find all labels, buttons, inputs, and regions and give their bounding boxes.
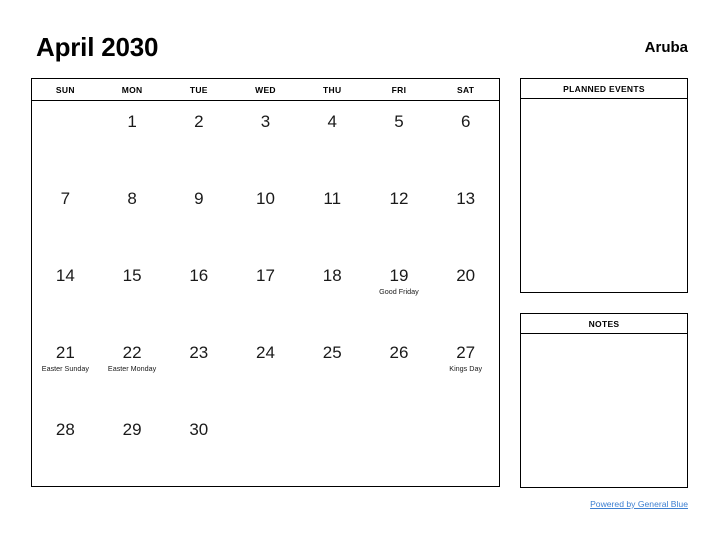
day-event-label: Easter Monday [107,363,157,373]
day-cell[interactable]: 6 [432,101,499,178]
footer-credit: Powered by General Blue [520,498,688,510]
day-cell-empty [366,409,433,486]
weekday-header-mon: MON [121,84,143,95]
weekday-header-fri: FRI [391,84,407,95]
day-number: 10 [256,188,275,208]
week-row: 21 Easter Sunday 22 Easter Monday 23 24 25 26 27… [32,332,499,409]
weekday-header-row: SUN MON TUE WED THU FRI SAT [32,79,499,101]
day-number: 21 [55,342,75,362]
day-cell[interactable]: 16 [165,255,232,332]
day-number: 7 [60,188,71,208]
day-cell-empty [299,409,366,486]
day-cell[interactable]: 7 [32,178,99,255]
planned-events-panel: PLANNED EVENTS [520,78,688,293]
day-cell[interactable]: 17 [232,255,299,332]
planned-events-body[interactable] [521,99,687,292]
weekday-header-wed: WED [255,84,276,95]
day-number: 17 [256,265,275,285]
location-label: Aruba [644,39,688,56]
planned-events-title: PLANNED EVENTS [521,79,687,99]
day-number: 4 [327,112,337,131]
day-cell[interactable]: 15 [99,255,166,332]
day-cell[interactable]: 25 [299,332,366,409]
day-cell[interactable]: 21 Easter Sunday [32,332,99,409]
day-cell-empty [32,101,99,178]
day-number: 27 [456,342,476,362]
weekday-header-tue: TUE [189,84,208,95]
day-number: 8 [127,188,137,208]
day-number: 28 [55,419,75,439]
day-number: 18 [322,265,342,285]
day-number: 30 [189,419,209,439]
day-number: 24 [256,342,275,362]
day-cell[interactable]: 5 [366,101,433,178]
day-cell-empty [432,409,499,486]
day-cell[interactable]: 3 [232,101,299,178]
day-cell[interactable]: 8 [99,178,166,255]
powered-by-link[interactable]: Powered by General Blue [590,499,688,509]
day-number: 26 [389,342,409,362]
weekday-header-thu: THU [323,84,342,95]
day-number: 6 [460,112,471,131]
day-cell[interactable]: 2 [165,101,232,178]
day-number: 16 [189,265,209,285]
week-row: 14 15 16 17 18 19 Good Friday 20 [32,255,499,332]
day-number: 14 [55,265,75,285]
day-number: 22 [122,342,142,362]
day-number: 11 [323,188,342,208]
week-row: 28 29 30 [32,409,499,486]
day-event-label: Easter Sunday [41,363,89,373]
day-number: 15 [122,265,142,285]
notes-body[interactable] [521,334,687,487]
day-number: 12 [389,188,409,208]
day-number: 29 [122,419,142,439]
day-cell[interactable]: 30 [165,409,232,486]
weekday-header-sun: SUN [55,84,75,95]
weekday-header-sat: SAT [457,84,475,95]
day-cell[interactable]: 28 [32,409,99,486]
day-cell[interactable]: 4 [299,101,366,178]
calendar-header: April 2030 Aruba [31,32,688,66]
day-number: 5 [394,112,404,131]
day-cell[interactable]: 24 [232,332,299,409]
day-cell[interactable]: 22 Easter Monday [99,332,166,409]
day-cell[interactable]: 26 [366,332,433,409]
calendar-grid: SUN MON TUE WED THU FRI SAT 1 2 3 4 5 6 7 8 9 10 11 12 13 1… [31,78,500,487]
day-cell[interactable]: 12 [366,178,433,255]
day-number: 19 [389,265,409,285]
day-cell[interactable]: 1 [99,101,166,178]
page-title: April 2030 [36,32,159,62]
day-cell[interactable]: 9 [165,178,232,255]
day-cell[interactable]: 19 Good Friday [366,255,433,332]
day-number: 1 [127,112,137,131]
day-cell[interactable]: 10 [232,178,299,255]
day-event-label: Kings Day [449,363,483,373]
day-cell[interactable]: 20 [432,255,499,332]
day-cell[interactable]: 23 [165,332,232,409]
week-row: 1 2 3 4 5 6 [32,101,499,178]
day-cell[interactable]: 29 [99,409,166,486]
notes-panel: NOTES [520,313,688,488]
calendar-weeks: 1 2 3 4 5 6 7 8 9 10 11 12 13 14 15 16 17 18 19 Good Friday… [32,101,499,486]
day-event-label: Good Friday [379,286,419,296]
day-number: 2 [194,112,204,131]
week-row: 7 8 9 10 11 12 13 [32,178,499,255]
day-cell[interactable]: 27 Kings Day [432,332,499,409]
day-number: 3 [260,112,271,131]
day-cell[interactable]: 14 [32,255,99,332]
day-cell-empty [232,409,299,486]
day-cell[interactable]: 18 [299,255,366,332]
notes-title: NOTES [521,314,687,334]
day-number: 9 [194,188,204,208]
day-number: 13 [456,188,476,208]
day-number: 25 [322,342,342,362]
day-cell[interactable]: 11 [299,178,366,255]
day-number: 20 [456,265,476,285]
day-cell[interactable]: 13 [432,178,499,255]
day-number: 23 [189,342,209,362]
